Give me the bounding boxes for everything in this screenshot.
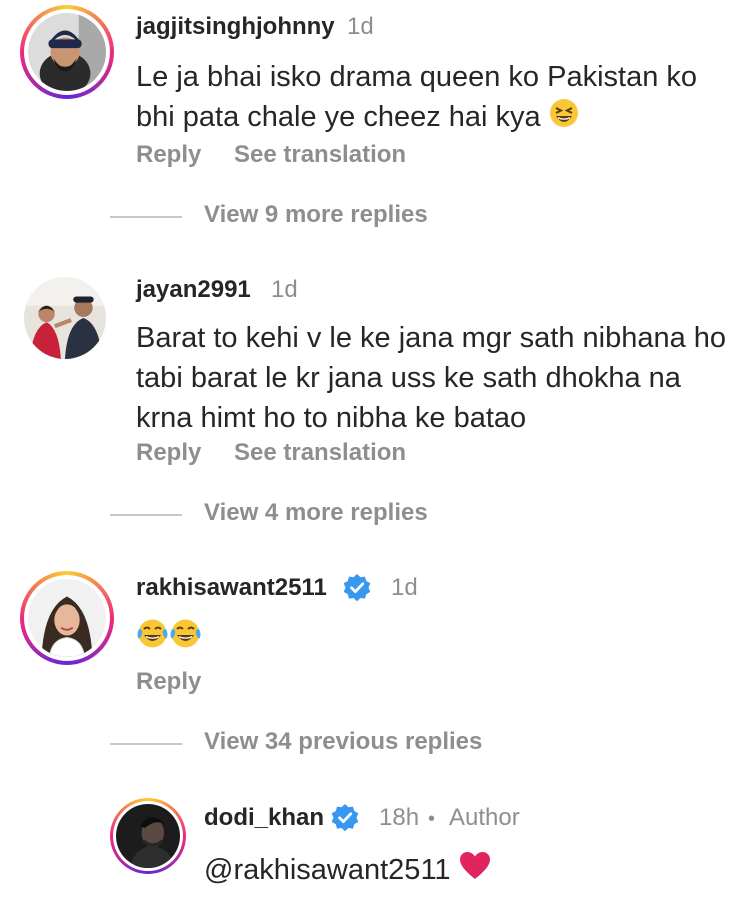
reply-time: 18h (379, 804, 420, 831)
reply-item: dodi_khan 18h • Author @rakhisawant2511 (0, 0, 745, 899)
reply-text-line: @rakhisawant2511 (204, 850, 745, 892)
mention-link[interactable]: @rakhisawant2511 (204, 854, 451, 886)
avatar-photo (116, 804, 180, 868)
author-label: Author (449, 804, 520, 831)
separator-dot: • (428, 808, 436, 830)
avatar[interactable] (110, 798, 186, 874)
reply-text: @rakhisawant2511 (204, 850, 745, 892)
red-heart-icon (459, 851, 491, 892)
reply-username[interactable]: dodi_khan (204, 804, 324, 832)
verified-badge-icon (331, 804, 359, 832)
